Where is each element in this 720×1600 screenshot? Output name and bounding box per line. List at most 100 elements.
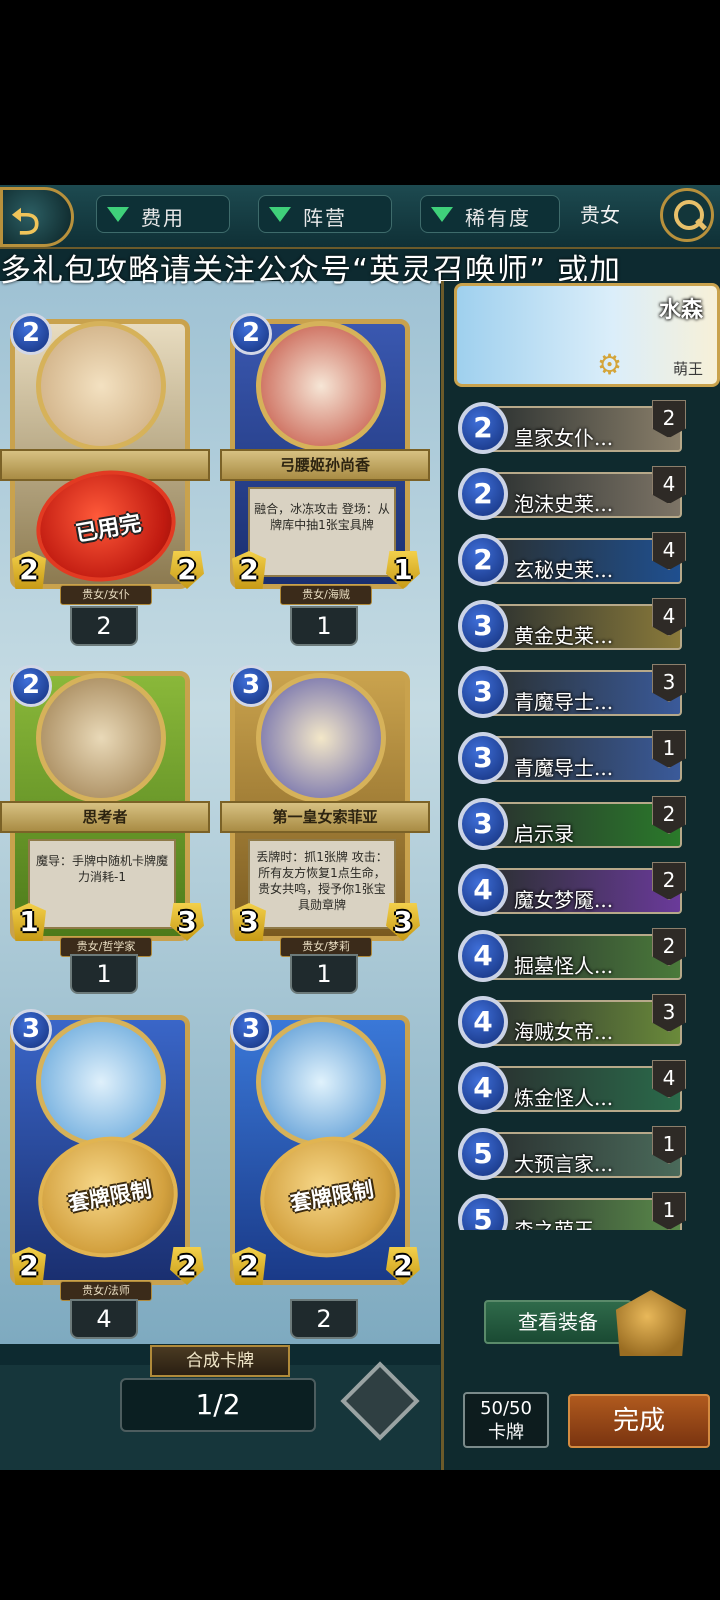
row-cost: 4 [458, 996, 508, 1048]
announcement-marquee: 多礼包攻略请关注公众号“英灵召唤师” 或加 [0, 253, 621, 289]
deck-row[interactable]: 4 掘墓怪人... 2 [458, 928, 688, 986]
row-name: 皇家女仆... [514, 426, 614, 450]
card-item[interactable]: 2 2 2 贵女/女仆 已用完 [0, 301, 210, 605]
deck-row[interactable]: 2 皇家女仆... 2 [458, 400, 688, 458]
card-item[interactable]: 2 弓腰姬孙尚香 融合，冰冻攻击 登场：从牌库中抽1张宝具牌 2 1 贵女/海贼 [220, 301, 430, 605]
card-count: 2 [70, 606, 138, 646]
triangle-down-icon [107, 207, 129, 222]
hero-portrait[interactable]: 水森 ⚙ 萌王 [454, 283, 720, 387]
filter-cost[interactable]: 费用 [96, 195, 230, 233]
card-race: 贵女/女仆 [60, 585, 152, 605]
row-cost: 5 [458, 1128, 508, 1180]
row-cost: 2 [458, 402, 508, 454]
card-count: 1 [290, 606, 358, 646]
card-count-value: 50/50 [480, 1398, 532, 1419]
deck-row[interactable]: 2 泡沫史莱... 4 [458, 466, 688, 524]
card-name: 思考者 [0, 801, 210, 833]
deck-row[interactable]: 4 炼金怪人... 4 [458, 1060, 688, 1118]
row-name: 黄金史莱... [514, 624, 614, 648]
triangle-down-icon [269, 207, 291, 222]
triangle-down-icon [431, 207, 453, 222]
row-name: 玄秘史莱... [514, 558, 614, 582]
done-button[interactable]: 完成 [568, 1394, 710, 1448]
card-portrait [36, 1017, 166, 1147]
card-description: 丢牌时：抓1张牌 攻击：所有友方恢复1点生命，贵女共鸣，授予你1张宝具勋章牌 [248, 839, 396, 929]
top-bar: ⮌ 费用 阵营 稀有度 贵女 [0, 185, 720, 249]
row-cost: 3 [458, 600, 508, 652]
row-name: 海贼女帝... [514, 1020, 614, 1044]
cost-gem: 2 [10, 665, 52, 707]
deck-row[interactable]: 2 玄秘史莱... 4 [458, 532, 688, 590]
row-cost: 4 [458, 1062, 508, 1114]
row-cost: 3 [458, 798, 508, 850]
gear-icon[interactable]: ⚙ [597, 348, 622, 381]
stamp-label: 套牌限制 [288, 1177, 376, 1216]
card-portrait [36, 321, 166, 451]
deck-row[interactable]: 5 大预言家... 1 [458, 1126, 688, 1184]
row-name: 青魔导士... [514, 690, 614, 714]
search-button[interactable] [660, 188, 714, 242]
deck-row[interactable]: 3 青魔导士... 1 [458, 730, 688, 788]
row-cost: 4 [458, 864, 508, 916]
card-race: 贵女/海贼 [280, 585, 372, 605]
card-name: 弓腰姬孙尚香 [220, 449, 430, 481]
filter-label: 费用 [141, 206, 185, 230]
card-portrait [256, 321, 386, 451]
deck-row[interactable]: 4 海贼女帝... 3 [458, 994, 688, 1052]
cost-gem: 2 [10, 313, 52, 355]
attack-stat: 1 [12, 903, 46, 941]
row-name: 炼金怪人... [514, 1086, 614, 1110]
back-button[interactable]: ⮌ [0, 187, 74, 247]
card-description: 魔导：手牌中随机卡牌魔力消耗-1 [28, 839, 176, 929]
filter-label: 稀有度 [465, 206, 531, 230]
card-count: 4 [70, 1299, 138, 1339]
attack-stat: 2 [12, 1247, 46, 1285]
cost-gem: 3 [10, 1009, 52, 1051]
attack-stat: 2 [12, 551, 46, 589]
hero-title: 萌王 [672, 360, 703, 378]
attack-stat: 2 [232, 551, 266, 589]
card-portrait [36, 673, 166, 803]
card-grid: 2 2 2 贵女/女仆 已用完 2 2 弓腰姬孙尚香 融合，冰冻攻击 登场：从牌… [0, 281, 440, 1344]
card-count-label: 卡牌 [488, 1422, 524, 1443]
card-item[interactable]: 3 2 2 套牌限制 [220, 997, 420, 1297]
card-portrait [256, 673, 386, 803]
row-cost: 4 [458, 930, 508, 982]
deck-row[interactable]: 4 魔女梦魇... 2 [458, 862, 688, 920]
stamp-label: 套牌限制 [66, 1177, 154, 1216]
row-name: 魔女梦魇... [514, 888, 614, 912]
row-name: 大预言家... [514, 1152, 614, 1176]
row-cost: 2 [458, 468, 508, 520]
row-name: 泡沫史莱... [514, 492, 614, 516]
cost-gem: 3 [230, 1009, 272, 1051]
search-icon-handle [694, 218, 708, 231]
row-name: 森之萌王 [514, 1218, 594, 1230]
attack-stat: 3 [232, 903, 266, 941]
card-item[interactable]: 3 第一皇女索菲亚 丢牌时：抓1张牌 攻击：所有友方恢复1点生命，贵女共鸣，授予… [220, 653, 430, 957]
filter-rarity[interactable]: 稀有度 [420, 195, 560, 233]
row-cost: 3 [458, 732, 508, 784]
craft-cards-button[interactable]: 合成卡牌 [150, 1345, 290, 1377]
view-equipment-button[interactable]: 查看装备 [484, 1300, 632, 1344]
row-cost: 3 [458, 666, 508, 718]
deck-row[interactable]: 3 青魔导士... 3 [458, 664, 688, 722]
cost-gem: 3 [230, 665, 272, 707]
filter-faction[interactable]: 阵营 [258, 195, 392, 233]
card-count: 1 [290, 954, 358, 994]
card-item[interactable]: 2 思考者 魔导：手牌中随机卡牌魔力消耗-1 1 3 贵女/哲学家 [0, 653, 210, 957]
stamp-label: 已用完 [73, 511, 144, 548]
card-portrait [256, 1017, 386, 1147]
page-indicator: 1/2 [120, 1378, 316, 1432]
deck-row[interactable]: 3 启示录 2 [458, 796, 688, 854]
deck-list[interactable]: 2 皇家女仆... 2 2 泡沫史莱... 4 2 玄秘史莱... 4 3 黄金史莱... 4 … [458, 400, 688, 1230]
faction-label[interactable]: 贵女 [580, 199, 620, 228]
deck-row[interactable]: 3 黄金史莱... 4 [458, 598, 688, 656]
cost-gem: 2 [230, 313, 272, 355]
row-name: 掘墓怪人... [514, 954, 614, 978]
deck-row[interactable]: 5 森之萌王 1 [458, 1192, 688, 1230]
row-name: 青魔导士... [514, 756, 614, 780]
deck-card-count: 50/50 卡牌 [463, 1392, 549, 1448]
attack-stat: 2 [232, 1247, 266, 1285]
card-item[interactable]: 3 2 2 贵女/法师 套牌限制 [0, 997, 204, 1301]
card-race: 贵女/法师 [60, 1281, 152, 1301]
